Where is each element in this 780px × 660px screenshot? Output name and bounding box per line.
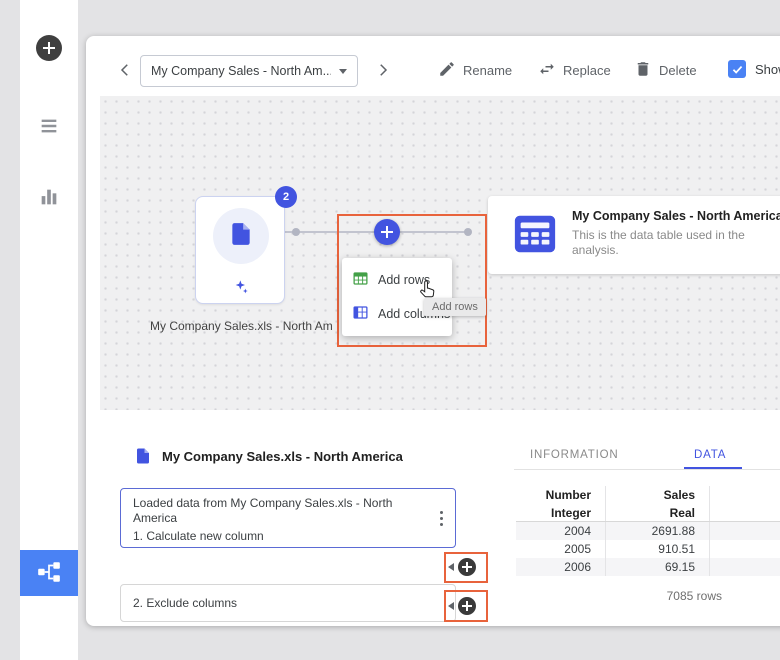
data-table-node[interactable]: My Company Sales - North America This is… (488, 196, 780, 274)
trash-icon (634, 60, 652, 81)
column-type: Real (606, 504, 710, 521)
table-type-row: Integer Real (516, 504, 780, 522)
previous-dataset-button[interactable] (112, 58, 138, 84)
data-canvas-panel: My Company Sales - North Am... Rename Re… (86, 36, 780, 626)
tab-data[interactable]: DATA (694, 449, 726, 461)
source-step-card-2[interactable]: 2. Exclude columns (120, 584, 456, 622)
table-cell: 910.51 (606, 540, 710, 558)
table-header-row: Number Sales (516, 486, 780, 504)
connector-port-right (464, 228, 472, 236)
step-description: Loaded data from My Company Sales.xls - … (133, 496, 425, 526)
add-columns-table-icon (352, 304, 369, 324)
pencil-icon (438, 60, 456, 81)
table-row: 2005 910.51 (516, 540, 780, 558)
sidebar-item-data-canvas[interactable] (20, 550, 78, 596)
data-canvas-flow-icon (36, 559, 62, 588)
insert-arrow-icon (448, 602, 454, 610)
table-cell (710, 522, 780, 540)
table-cell: 2006 (516, 558, 606, 576)
table-cell (710, 540, 780, 558)
data-canvas: 2 My Company Sales.xls - North Am Add ro… (100, 96, 780, 410)
sidebar-item-data[interactable] (37, 115, 61, 139)
step-description: 2. Exclude columns (133, 596, 237, 610)
app-background: My Company Sales - North Am... Rename Re… (0, 0, 780, 660)
chevron-down-icon (339, 69, 347, 74)
dataset-selector[interactable]: My Company Sales - North Am... (140, 55, 358, 87)
data-table-title: My Company Sales - North America (572, 209, 780, 223)
table-cell: 2005 (516, 540, 606, 558)
sidebar-item-visualizations[interactable] (37, 186, 61, 210)
table-row: 2006 69.15 (516, 558, 780, 576)
data-table-description: This is the data table used in the analy… (572, 228, 777, 258)
data-preview-table: Number Sales Integer Real 2004 2691.88 2… (516, 486, 780, 576)
column-header (710, 486, 780, 504)
show-toggle[interactable]: Show (728, 60, 780, 78)
next-dataset-button[interactable] (370, 58, 396, 84)
delete-label: Delete (659, 63, 697, 78)
insert-step-button-1[interactable] (458, 558, 476, 576)
rename-button[interactable]: Rename (438, 60, 512, 81)
add-transformation-button[interactable] (374, 219, 400, 245)
add-rows-table-icon (352, 270, 369, 290)
step-description: 1. Calculate new column (133, 529, 425, 544)
column-type: Integer (516, 504, 606, 521)
chevron-right-icon (374, 61, 392, 82)
source-step-card-1[interactable]: Loaded data from My Company Sales.xls - … (120, 488, 456, 548)
row-count-label: 7085 rows (606, 589, 722, 603)
replace-label: Replace (563, 63, 611, 78)
file-icon (134, 447, 152, 465)
chevron-left-icon (116, 61, 134, 82)
insert-arrow-icon (448, 563, 454, 571)
dataset-selector-value: My Company Sales - North Am... (151, 64, 331, 78)
replace-button[interactable]: Replace (538, 60, 611, 81)
step-count-badge: 2 (275, 186, 297, 208)
table-row: 2004 2691.88 (516, 522, 780, 540)
data-table-icon (512, 211, 558, 257)
tab-information[interactable]: INFORMATION (530, 449, 618, 461)
node-icon-circle (213, 208, 269, 264)
kebab-menu-icon[interactable] (440, 517, 443, 520)
bar-chart-icon (38, 186, 60, 211)
rename-label: Rename (463, 63, 512, 78)
connector-port-left (292, 228, 300, 236)
table-cell: 69.15 (606, 558, 710, 576)
table-cell: 2004 (516, 522, 606, 540)
divider (514, 469, 780, 470)
source-title: My Company Sales.xls - North America (162, 449, 403, 464)
table-cell (710, 558, 780, 576)
mouse-cursor-hand-icon (416, 279, 438, 301)
column-header: Number (516, 486, 606, 504)
column-header: Sales (606, 486, 710, 504)
insert-step-button-2[interactable] (458, 597, 476, 615)
add-new-button[interactable] (36, 35, 62, 61)
file-icon (228, 221, 254, 252)
data-source-node[interactable]: 2 (195, 196, 285, 304)
sparkle-icon (233, 279, 249, 295)
sidebar (20, 0, 78, 660)
delete-button[interactable]: Delete (634, 60, 697, 81)
swap-arrows-icon (538, 60, 556, 81)
show-label: Show (755, 62, 780, 77)
list-icon (38, 115, 60, 140)
table-cell: 2691.88 (606, 522, 710, 540)
checkbox-checked-icon[interactable] (728, 60, 746, 78)
column-type (710, 504, 780, 521)
